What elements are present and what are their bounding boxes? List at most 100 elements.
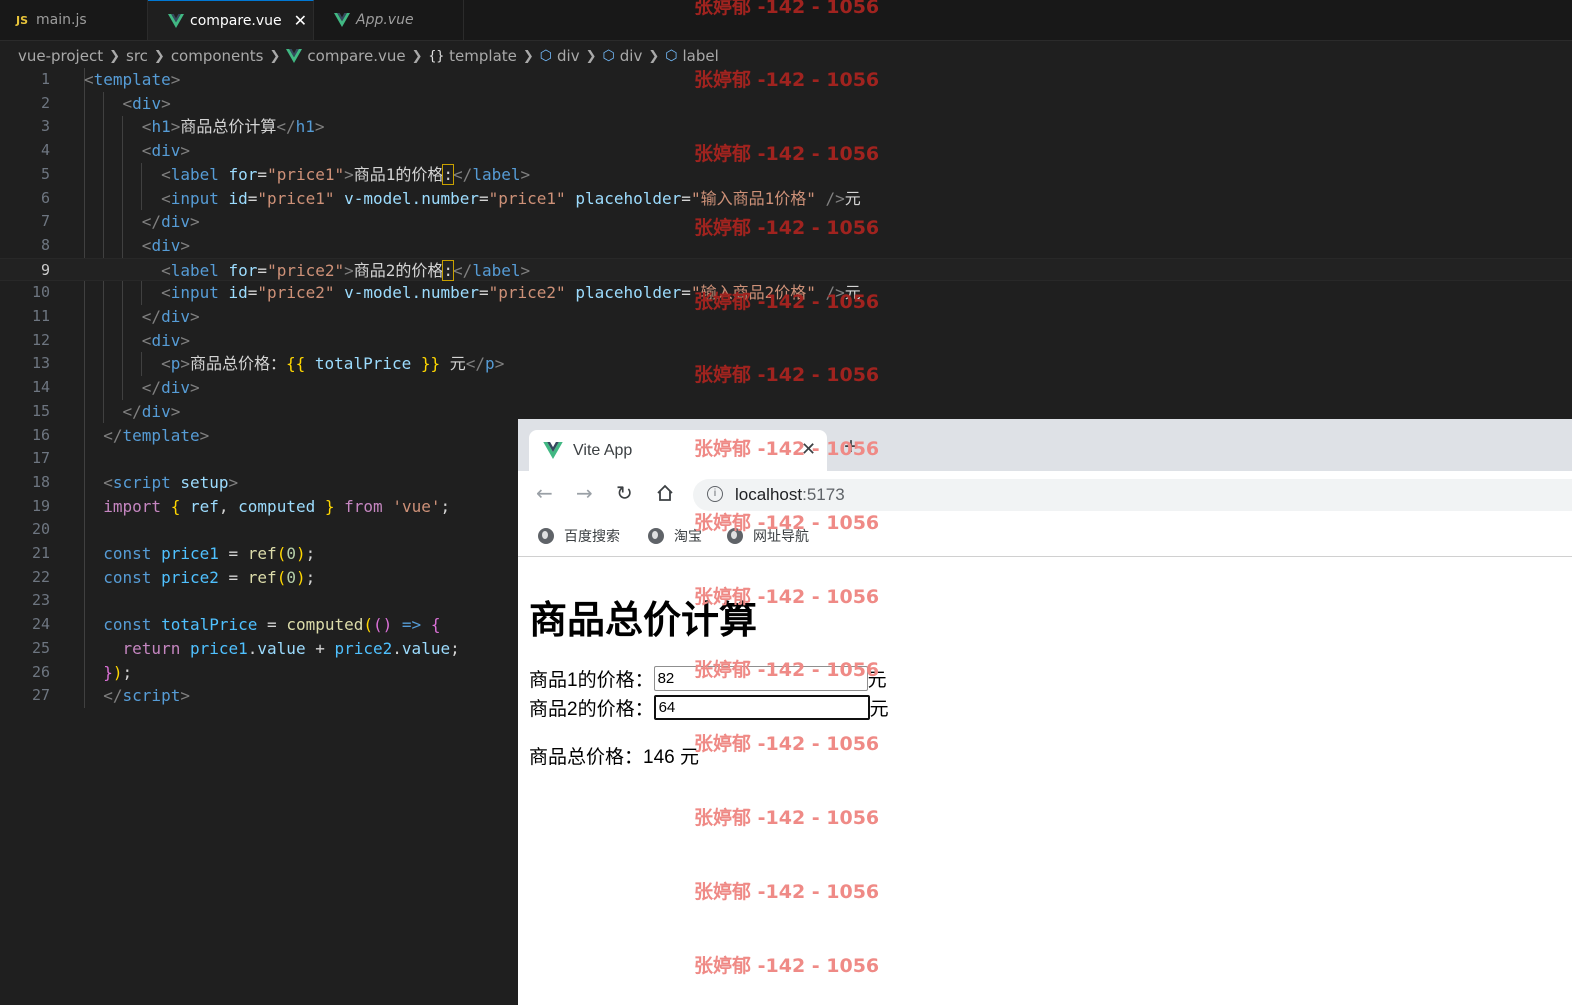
home-icon[interactable] bbox=[656, 484, 674, 502]
unit-label: 元 bbox=[869, 699, 889, 720]
breadcrumb-label: div bbox=[619, 47, 643, 65]
globe-icon bbox=[538, 528, 554, 544]
browser-tab-strip: Vite App ✕ + bbox=[518, 419, 1572, 471]
watermark: 张婷郁 -142 - 1056 bbox=[694, 955, 880, 977]
code-text: 商品1的价格 bbox=[353, 164, 444, 184]
reload-icon[interactable]: ↻ bbox=[616, 481, 633, 505]
watermark: 张婷郁 -142 - 1056 bbox=[694, 438, 880, 460]
vue-file-icon bbox=[334, 13, 350, 27]
line-number: 26 bbox=[31, 662, 50, 681]
tab-label: compare.vue bbox=[190, 12, 282, 29]
chevron-right-icon: ❯ bbox=[585, 48, 597, 64]
forward-arrow-icon[interactable]: → bbox=[576, 481, 593, 505]
bookmark-label: 百度搜索 bbox=[564, 528, 620, 544]
code-line[interactable]: 6 <input id="price1" v-model.number="pri… bbox=[0, 187, 1572, 211]
element-cube-icon: ⬡ bbox=[665, 48, 678, 64]
code-line[interactable]: 3 <h1>商品总价计算</h1> bbox=[0, 115, 1572, 139]
code-text: 商品2的价格 bbox=[353, 260, 444, 280]
line-number: 22 bbox=[31, 567, 50, 586]
code-text: "输入商品1价格" bbox=[690, 188, 816, 208]
breadcrumb-item[interactable]: {} template bbox=[429, 47, 517, 65]
price2-label: 商品2的价格： bbox=[529, 699, 654, 720]
info-icon[interactable]: i bbox=[707, 486, 723, 502]
breadcrumb-item[interactable]: vue-project bbox=[18, 47, 103, 65]
code-text: 元 bbox=[440, 354, 466, 374]
chevron-right-icon: ❯ bbox=[648, 48, 660, 64]
line-number: 21 bbox=[31, 544, 50, 562]
total-label: 商品总价格： bbox=[529, 747, 644, 768]
tab-label: main.js bbox=[36, 12, 87, 28]
breadcrumb-label: compare.vue bbox=[307, 47, 406, 65]
tab-compare-vue[interactable]: compare.vue ✕ bbox=[148, 0, 314, 40]
line-number: 27 bbox=[31, 686, 50, 705]
line-number: 8 bbox=[40, 235, 50, 254]
browser-window: Vite App ✕ + ← → ↻ i localhost:5173 百度搜索… bbox=[518, 419, 1572, 1005]
url-text: localhost:5173 bbox=[735, 485, 845, 505]
line-number: 7 bbox=[40, 212, 50, 231]
code-text: 商品总价格： bbox=[189, 354, 286, 374]
line-number: 10 bbox=[31, 283, 50, 302]
price2-row: 商品2的价格： 元 bbox=[529, 694, 889, 721]
line-number: 17 bbox=[31, 449, 50, 468]
breadcrumb-item[interactable]: compare.vue bbox=[286, 47, 406, 65]
vue-file-icon bbox=[286, 49, 303, 63]
code-line[interactable]: 5 <label for="price1">商品1的价格:</label> bbox=[0, 163, 1572, 187]
breadcrumb-item[interactable]: components bbox=[171, 47, 264, 65]
line-number: 16 bbox=[31, 425, 50, 444]
watermark: 张婷郁 -142 - 1056 bbox=[694, 659, 880, 681]
address-bar[interactable]: i localhost:5173 bbox=[693, 479, 1572, 511]
watermark: 张婷郁 -142 - 1056 bbox=[694, 217, 880, 239]
code-line-current[interactable]: 9 <label for="price2">商品2的价格:</label> bbox=[0, 257, 1572, 282]
tab-app-vue[interactable]: App.vue bbox=[314, 0, 464, 40]
element-cube-icon: ⬡ bbox=[539, 48, 553, 64]
line-number: 13 bbox=[31, 354, 50, 373]
breadcrumb-label: template bbox=[449, 47, 517, 65]
total-price-text: 商品总价格：146 元 bbox=[529, 742, 699, 769]
browser-toolbar: ← → ↻ i localhost:5173 bbox=[518, 471, 1572, 517]
url-host: localhost bbox=[735, 485, 803, 504]
watermark: 张婷郁 -142 - 1056 bbox=[694, 69, 880, 91]
globe-icon bbox=[648, 528, 664, 544]
line-number: 2 bbox=[40, 93, 50, 112]
chevron-right-icon: ❯ bbox=[109, 48, 120, 64]
tab-main-js[interactable]: JS main.js bbox=[0, 0, 148, 40]
line-number: 25 bbox=[31, 638, 50, 657]
line-number: 3 bbox=[40, 117, 50, 136]
chevron-right-icon: ❯ bbox=[522, 48, 534, 64]
total-value: 146 元 bbox=[643, 747, 699, 768]
braces-icon: {} bbox=[428, 48, 445, 64]
chevron-right-icon: ❯ bbox=[153, 48, 165, 64]
breadcrumb-item[interactable]: ⬡ div bbox=[540, 47, 580, 65]
watermark: 张婷郁 -142 - 1056 bbox=[694, 512, 880, 534]
line-number: 15 bbox=[31, 401, 50, 420]
watermark: 张婷郁 -142 - 1056 bbox=[694, 0, 880, 18]
watermark: 张婷郁 -142 - 1056 bbox=[694, 143, 880, 165]
line-number: 1 bbox=[40, 70, 50, 88]
bookmark-item[interactable]: 百度搜索 bbox=[538, 526, 620, 546]
line-number: 24 bbox=[31, 615, 50, 634]
close-icon[interactable]: ✕ bbox=[294, 11, 307, 30]
breadcrumb-item[interactable]: src bbox=[126, 47, 148, 65]
watermark: 张婷郁 -142 - 1056 bbox=[694, 807, 880, 829]
line-number: 14 bbox=[31, 378, 50, 397]
line-number: 11 bbox=[31, 307, 50, 325]
code-text: : bbox=[442, 163, 455, 185]
breadcrumb-item[interactable]: ⬡ div bbox=[603, 47, 643, 65]
watermark: 张婷郁 -142 - 1056 bbox=[694, 291, 880, 313]
price2-input[interactable] bbox=[653, 695, 870, 720]
price1-label: 商品1的价格： bbox=[529, 670, 654, 691]
chevron-right-icon: ❯ bbox=[269, 48, 281, 64]
back-arrow-icon[interactable]: ← bbox=[536, 481, 553, 505]
javascript-file-icon: JS bbox=[16, 13, 29, 27]
line-number: 20 bbox=[31, 520, 50, 539]
line-number: 9 bbox=[40, 260, 50, 279]
watermark: 张婷郁 -142 - 1056 bbox=[694, 364, 880, 386]
vue-file-icon bbox=[168, 13, 184, 28]
vue-logo-icon bbox=[543, 442, 563, 459]
watermark: 张婷郁 -142 - 1056 bbox=[694, 733, 880, 755]
code-line[interactable]: 2 <div> bbox=[0, 92, 1572, 116]
breadcrumb-item[interactable]: ⬡ label bbox=[665, 47, 719, 65]
code-text: 元 bbox=[844, 188, 861, 208]
code-line[interactable]: 12 <div> bbox=[0, 329, 1572, 353]
code-text: : bbox=[442, 259, 455, 281]
